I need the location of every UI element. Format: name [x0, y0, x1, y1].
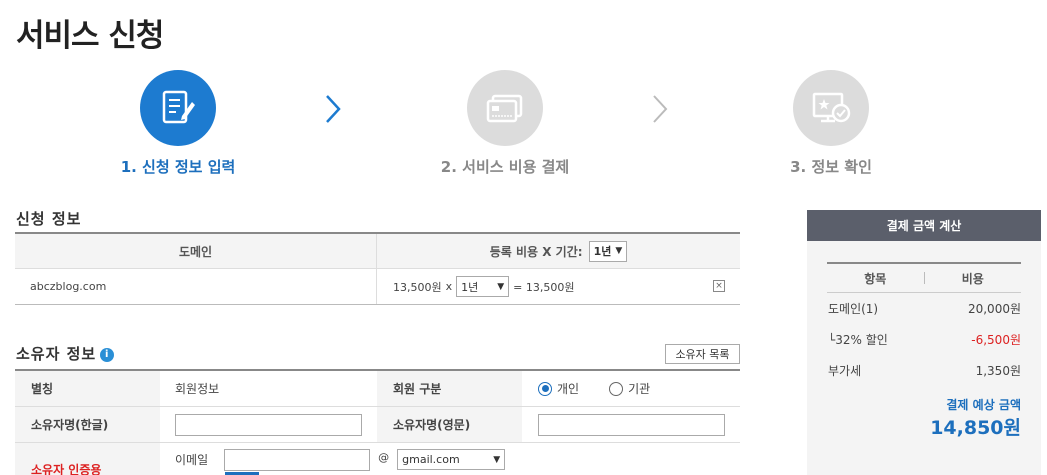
- radio-individual[interactable]: 개인: [538, 380, 579, 397]
- email-domain-value: gmail.com: [402, 453, 460, 466]
- name-en-cell: [522, 407, 740, 442]
- step-confirm: 3. 정보 확인: [731, 70, 931, 177]
- result-text: = 13,500원: [513, 280, 575, 294]
- summary-item-name: └32% 할인: [828, 333, 888, 347]
- owner-table: 별칭 회원정보 회원 구분 개인 기관 소유자명(한글) 소유자명(영문) 소유…: [15, 369, 740, 475]
- step-label: 3. 정보 확인: [790, 158, 872, 176]
- summary-row: 부가세 1,350원: [827, 355, 1021, 386]
- application-section-title: 신청 정보: [16, 210, 82, 228]
- table-row: abczblog.com 13,500원 x 1년 ▼ = 13,500원 ×: [15, 269, 740, 305]
- period-select[interactable]: 1년 ▼: [456, 276, 510, 297]
- price-text: 13,500원: [393, 280, 442, 294]
- total-value: 14,850원: [930, 417, 1021, 439]
- radio-unchecked-icon: [609, 381, 624, 396]
- col-domain: 도메인: [15, 234, 377, 268]
- summary-row: 도메인(1) 20,000원: [827, 293, 1021, 324]
- summary-item-value: 20,000원: [967, 302, 1021, 316]
- member-type-options: 개인 기관: [522, 371, 740, 406]
- radio-organization[interactable]: 기관: [609, 380, 650, 397]
- email-id-input[interactable]: [224, 449, 371, 475]
- chevron-down-icon: ▼: [615, 246, 623, 256]
- radio-label: 기관: [628, 382, 651, 396]
- summary-item-name: 도메인(1): [828, 302, 879, 316]
- col-cost: 비용: [961, 271, 984, 286]
- email-label: 이메일: [175, 453, 209, 467]
- fee-cell: 13,500원 x 1년 ▼ = 13,500원 ×: [377, 269, 740, 304]
- owner-section-label: 소유자 정보: [16, 345, 97, 363]
- table-row: 소유자명(한글) 소유자명(영문): [15, 407, 740, 443]
- name-en-input[interactable]: [538, 413, 725, 436]
- summary-title: 결제 금액 계산: [807, 210, 1041, 241]
- step-label: 2. 서비스 비용 결제: [440, 158, 570, 176]
- col-fee: 등록 비용 X 기간: 1년 ▼: [377, 234, 740, 268]
- name-kr-input[interactable]: [175, 413, 362, 436]
- total-label: 결제 예상 금액: [946, 398, 1021, 412]
- chevron-right-icon: [326, 95, 341, 123]
- radio-label: 개인: [557, 382, 580, 396]
- domain-cell: abczblog.com: [15, 269, 377, 304]
- summary-item-value: 1,350원: [975, 364, 1021, 378]
- monitor-check-icon: [793, 70, 869, 146]
- radio-checked-icon: [538, 381, 552, 396]
- summary-item-name: 부가세: [828, 364, 862, 378]
- member-type-label: 회원 구분: [377, 371, 522, 406]
- name-kr-label: 소유자명(한글): [15, 407, 160, 442]
- email-cell: 이메일 @ gmail.com ▼: [160, 443, 740, 475]
- summary-item-value: -6,500원: [971, 333, 1021, 347]
- summary-table-header: 항목 비용: [827, 264, 1021, 293]
- owner-section-title: 소유자 정보 i: [16, 343, 115, 364]
- col-item: 항목: [864, 271, 887, 286]
- table-row: 소유자 인증용 이메일 @ gmail.com ▼: [15, 443, 740, 475]
- application-table: 도메인 등록 비용 X 기간: 1년 ▼ abczblog.com 13,500…: [15, 232, 740, 305]
- summary-table: 항목 비용 도메인(1) 20,000원 └32% 할인 -6,500원 부가세…: [827, 262, 1021, 386]
- step-label: 1. 신청 정보 입력: [120, 158, 236, 176]
- col-fee-label: 등록 비용 X 기간:: [489, 244, 583, 259]
- email-domain-select[interactable]: gmail.com ▼: [397, 449, 506, 470]
- remove-row-button[interactable]: ×: [713, 280, 725, 292]
- table-row: 별칭 회원정보 회원 구분 개인 기관: [15, 371, 740, 407]
- payment-summary-panel: 결제 금액 계산 항목 비용 도메인(1) 20,000원 └32% 할인 -6…: [807, 210, 1041, 475]
- credit-card-icon: [467, 70, 543, 146]
- email-at: @: [378, 451, 390, 464]
- summary-row: └32% 할인 -6,500원: [827, 324, 1021, 355]
- nickname-label: 별칭: [15, 371, 160, 406]
- page-title: 서비스 신청: [16, 18, 164, 54]
- form-edit-icon: [140, 70, 216, 146]
- period-select-value: 1년: [461, 280, 479, 294]
- period-select-all[interactable]: 1년 ▼: [588, 240, 628, 262]
- cert-label: 소유자 인증용: [15, 443, 160, 475]
- name-kr-cell: [160, 407, 377, 442]
- step-input-info: 1. 신청 정보 입력: [78, 70, 278, 177]
- owner-list-button[interactable]: 소유자 목록: [665, 344, 740, 364]
- chevron-down-icon: ▼: [493, 454, 501, 465]
- chevron-down-icon: ▼: [497, 281, 505, 292]
- step-payment: 2. 서비스 비용 결제: [405, 70, 605, 177]
- name-en-label: 소유자명(영문): [377, 407, 522, 442]
- info-icon[interactable]: i: [100, 347, 115, 362]
- period-select-value: 1년: [593, 245, 612, 258]
- times-text: x: [445, 280, 453, 293]
- application-table-header: 도메인 등록 비용 X 기간: 1년 ▼: [15, 234, 740, 269]
- nickname-value: 회원정보: [175, 382, 220, 396]
- chevron-right-icon: [653, 95, 668, 123]
